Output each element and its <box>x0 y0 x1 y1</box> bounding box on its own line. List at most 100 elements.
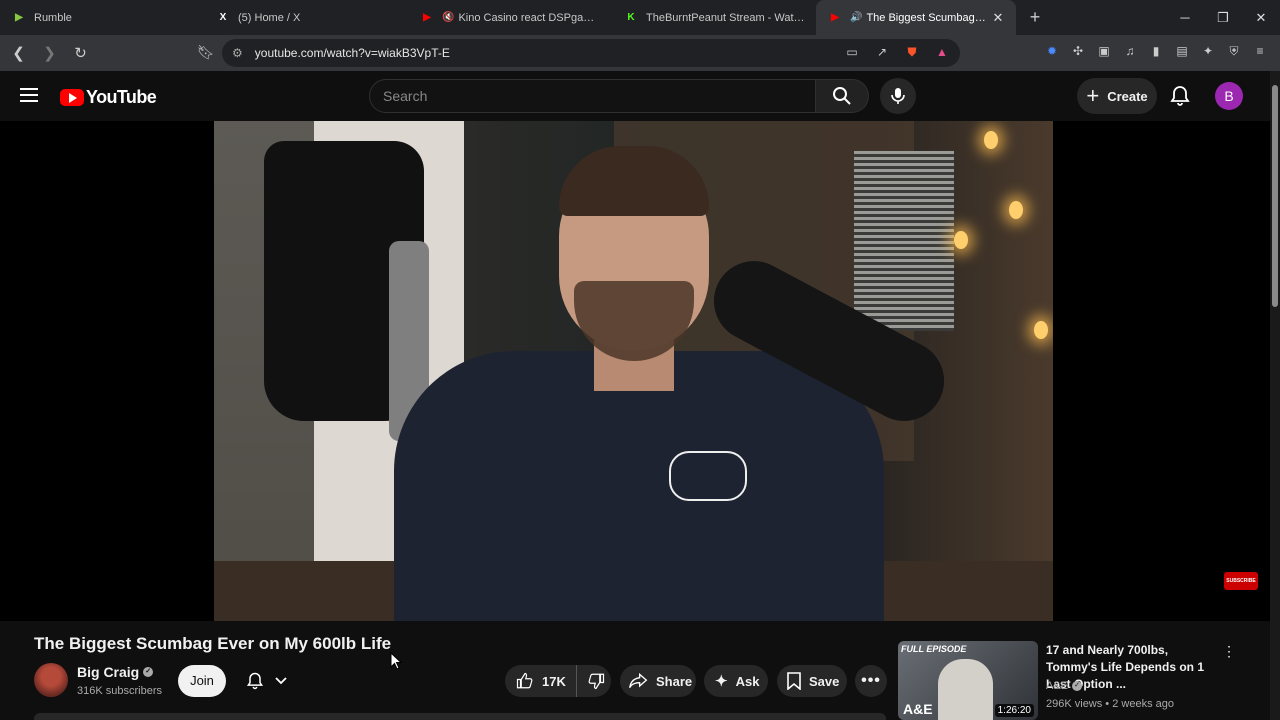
minimize-icon[interactable]: ─ <box>1166 0 1204 35</box>
video-title: The Biggest Scumbag Ever on My 600lb Lif… <box>34 634 392 653</box>
search-icon <box>833 87 851 105</box>
tab-title: Kino Casino react DSPgamings W <box>458 11 602 24</box>
media-icon[interactable]: ♫ <box>1122 43 1138 59</box>
wallet-icon[interactable]: ▤ <box>1174 43 1190 59</box>
bookmark-icon[interactable]: 🔖︎ <box>197 44 215 61</box>
sidebar-icon[interactable]: ▮ <box>1148 43 1164 59</box>
thumbnail-label: FULL EPISODE <box>901 644 967 654</box>
subscriber-count: 316K subscribers <box>77 685 162 697</box>
channel-avatar[interactable] <box>34 663 68 697</box>
video-frame-bulb <box>954 231 968 249</box>
chevron-down-icon <box>275 677 287 685</box>
create-button[interactable]: + Create <box>1077 78 1157 114</box>
thumbnail-brand: A&E <box>903 701 933 717</box>
dislike-button[interactable] <box>577 672 605 690</box>
search-input[interactable]: Search <box>369 79 816 113</box>
video-frame-shirt-logo <box>669 451 747 501</box>
recommended-video-thumbnail[interactable]: FULL EPISODE A&E 1:26:20 <box>898 641 1038 720</box>
description-box-edge[interactable] <box>34 713 886 720</box>
reload-icon[interactable]: ↻ <box>68 44 93 62</box>
microphone-icon <box>891 88 905 104</box>
recommended-channel-row[interactable]: A&E ✓ <box>1046 680 1083 692</box>
browser-tab-active[interactable]: ▶ 🔊 The Biggest Scumbag Ever on My 600lb… <box>816 0 1016 35</box>
ask-label: Ask <box>735 673 760 689</box>
youtube-icon: ▶ <box>423 12 431 23</box>
ask-button[interactable]: ✦ Ask <box>704 665 768 697</box>
tab-title: TheBurntPeanut Stream - Watch Live <box>646 11 806 24</box>
close-tab-icon[interactable]: ✕ <box>990 10 1006 26</box>
close-window-icon[interactable]: ✕ <box>1242 0 1280 35</box>
channel-name[interactable]: Big Craig <box>77 664 139 680</box>
video-duration: 1:26:20 <box>994 704 1034 717</box>
youtube-header: YouTube Search + Create B <box>0 71 1270 121</box>
browser-tab-rumble[interactable]: ▶ Rumble <box>0 0 204 35</box>
more-horizontal-icon: ••• <box>861 672 881 689</box>
thumbs-down-icon <box>588 673 604 690</box>
brave-shield-icon[interactable]: ⛊ <box>904 44 920 60</box>
subscribe-watermark[interactable]: SUBSCRIBE <box>1224 572 1258 590</box>
tab-title: Rumble <box>34 11 72 24</box>
create-label: Create <box>1107 88 1148 104</box>
save-button[interactable]: Save <box>777 665 847 697</box>
sparkle-icon: ✦ <box>715 673 728 690</box>
speaker-icon[interactable]: 🔊 <box>850 12 862 23</box>
leo-ai-icon[interactable]: ✦ <box>1200 43 1216 59</box>
omnibox-actions: ▭ ↗ ⛊ ▲ <box>844 44 950 60</box>
video-frame-bulb <box>1034 321 1048 339</box>
new-tab-button[interactable]: + <box>1020 7 1050 28</box>
like-button[interactable]: 17K <box>505 665 577 697</box>
youtube-logo[interactable]: YouTube <box>60 87 157 108</box>
brave-rewards-icon[interactable]: ▲ <box>934 44 950 60</box>
cast-icon[interactable]: ▭ <box>844 44 860 60</box>
vpn-icon[interactable]: ⛨ <box>1226 43 1242 59</box>
share-button[interactable]: Share <box>620 665 696 697</box>
kick-icon: K <box>627 12 635 23</box>
back-icon[interactable]: ❮ <box>6 44 31 62</box>
screenshot-icon[interactable]: ▣ <box>1096 43 1112 59</box>
x-icon: X <box>219 12 227 23</box>
site-info-icon[interactable]: ⚙ <box>232 46 243 60</box>
hamburger-menu-icon[interactable] <box>20 88 38 102</box>
share-icon <box>629 672 648 689</box>
like-dislike-group: 17K <box>505 665 611 697</box>
browser-toolbar: ❮ ❯ ↻ 🔖︎ ⚙ youtube.com/watch?v=wiakB3VpT… <box>0 35 1280 71</box>
like-count: 17K <box>542 673 566 689</box>
bookmark-save-icon <box>787 672 801 690</box>
extension-blue-icon[interactable]: ✹ <box>1044 43 1060 59</box>
url-text[interactable]: youtube.com/watch?v=wiakB3VpT-E <box>255 46 450 60</box>
rumble-icon: ▶ <box>15 12 23 23</box>
share-page-icon[interactable]: ↗ <box>874 44 890 60</box>
forward-icon[interactable]: ❯ <box>37 44 62 62</box>
address-bar[interactable]: ⚙ youtube.com/watch?v=wiakB3VpT-E ▭ ↗ ⛊ … <box>222 39 960 67</box>
account-avatar[interactable]: B <box>1215 82 1243 110</box>
scrollbar-thumb[interactable] <box>1272 85 1278 307</box>
tab-title: The Biggest Scumbag Ever on My 600lb Lif… <box>866 11 986 24</box>
channel-name-row[interactable]: Big Craig ✓ <box>77 664 154 680</box>
tab-title: (5) Home / X <box>238 11 301 24</box>
browser-tab-strip: ▶ Rumble X (5) Home / X ▶ 🔇 Kino Casino … <box>0 0 1280 35</box>
browser-tab-x[interactable]: X (5) Home / X <box>204 0 408 35</box>
more-actions-button[interactable]: ••• <box>855 665 887 697</box>
youtube-play-icon <box>60 89 84 106</box>
video-frame-bulb <box>984 131 998 149</box>
voice-search-button[interactable] <box>880 78 916 114</box>
bell-icon <box>246 672 264 690</box>
muted-speaker-icon[interactable]: 🔇 <box>442 12 454 23</box>
notifications-bell-icon[interactable] <box>1168 84 1192 113</box>
browser-tab-burntpeanut[interactable]: K TheBurntPeanut Stream - Watch Live <box>612 0 816 35</box>
search-button[interactable] <box>815 79 869 113</box>
recommended-channel: A&E <box>1046 680 1069 692</box>
page-scrollbar[interactable] <box>1270 71 1280 720</box>
video-frame-person-body <box>394 351 884 621</box>
join-button[interactable]: Join <box>178 665 226 697</box>
plus-icon: + <box>1086 83 1100 108</box>
video-player[interactable] <box>214 121 1053 621</box>
recommended-more-icon[interactable]: ⋮ <box>1222 643 1236 660</box>
extensions-puzzle-icon[interactable]: ✣ <box>1070 43 1086 59</box>
thumbs-up-icon <box>516 672 533 689</box>
restore-icon[interactable]: ❐ <box>1204 0 1242 35</box>
subscription-notifications-button[interactable] <box>236 665 296 697</box>
menu-icon[interactable]: ≡ <box>1252 43 1268 59</box>
mouse-cursor-icon <box>390 652 402 670</box>
browser-tab-kino-casino[interactable]: ▶ 🔇 Kino Casino react DSPgamings W <box>408 0 612 35</box>
